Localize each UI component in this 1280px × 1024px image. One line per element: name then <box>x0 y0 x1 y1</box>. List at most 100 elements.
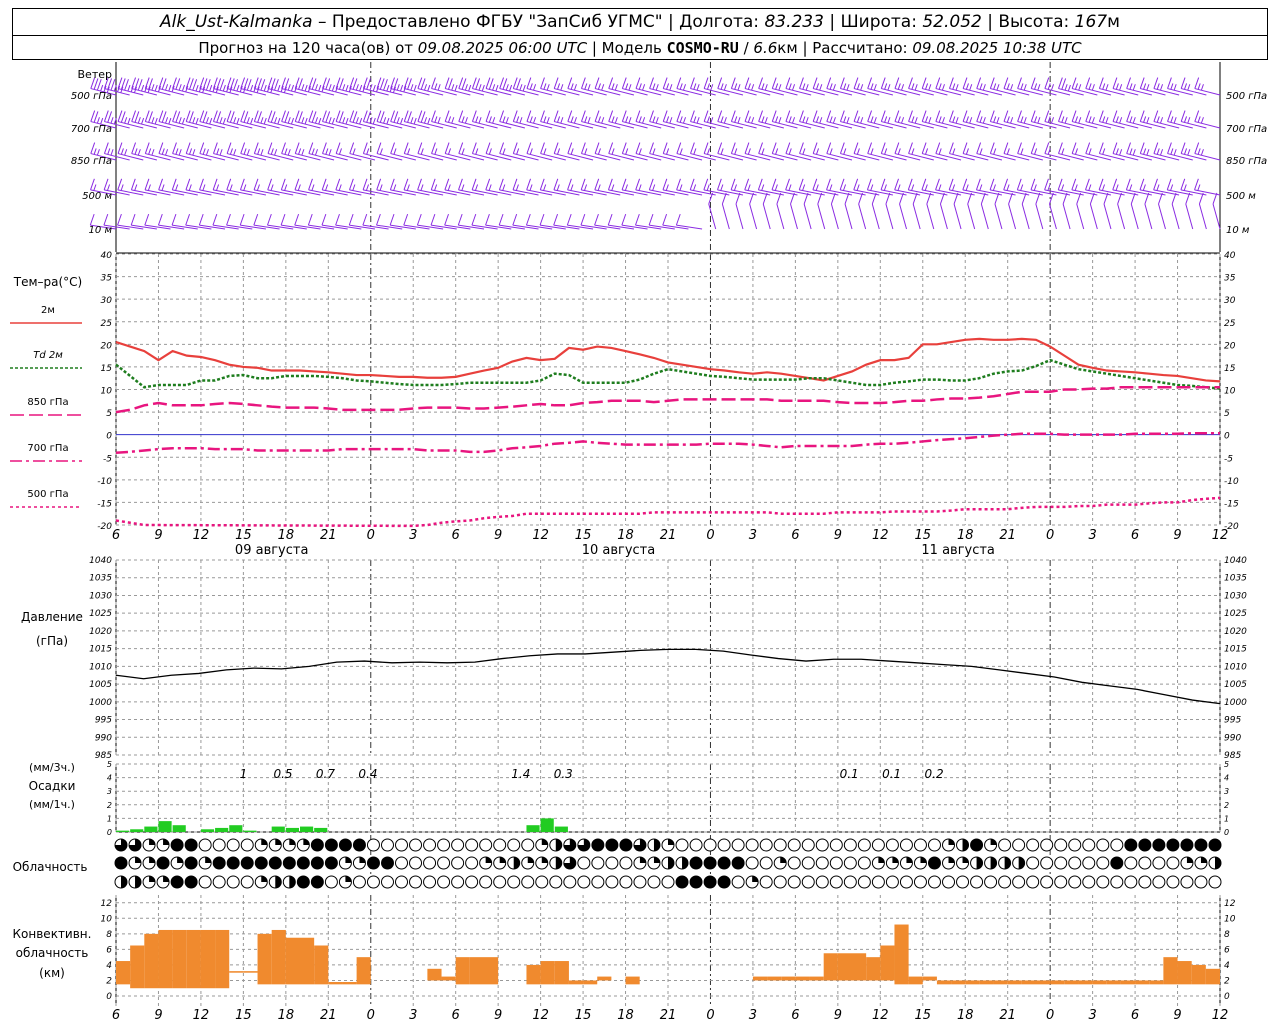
wind-barb-feather <box>127 117 131 125</box>
wind-barb-feather <box>567 77 573 89</box>
wind-barb-feather <box>253 178 259 190</box>
wind-barb-feather <box>137 79 143 91</box>
wind-barb-feather <box>90 110 96 122</box>
wind-barb-shaft <box>608 189 635 196</box>
wind-barb-feather <box>924 184 928 191</box>
wind-barb-feather <box>1010 117 1014 124</box>
wind-barb <box>485 142 512 161</box>
wind-barb-feather <box>649 110 654 122</box>
cloud-symbol <box>619 856 633 870</box>
latitude-value: 52.052 <box>922 12 982 32</box>
cloud-fill-full <box>255 857 268 869</box>
wind-barb-feather <box>205 149 209 156</box>
cloud-fill-1q <box>780 857 787 863</box>
wind-barb-feather <box>410 84 414 91</box>
wind-barb-feather <box>587 84 591 91</box>
cloud-fill-1q <box>345 857 352 863</box>
cloud-fill-full <box>1124 839 1137 851</box>
wind-barb-shaft <box>676 88 703 96</box>
wind-barb-feather <box>570 148 574 155</box>
wind-barb-feather <box>1061 184 1065 191</box>
cloud-panel <box>114 838 1222 889</box>
wind-barb-shaft <box>594 189 621 196</box>
wind-barb-feather <box>338 78 344 90</box>
wind-barb-shaft <box>649 153 675 161</box>
cloud-symbol <box>395 838 409 852</box>
wind-barb <box>1030 142 1057 161</box>
wind-barb-shaft <box>158 121 185 129</box>
wind-barb-feather <box>492 84 496 91</box>
wind-barb-shaft <box>621 189 648 196</box>
time-tick-label: 0 <box>367 528 375 543</box>
wind-row-label-right: 850 гПа <box>1226 156 1267 167</box>
wind-barb-feather <box>747 184 751 191</box>
wind-barb <box>708 192 717 230</box>
wind-barb-feather <box>335 110 341 122</box>
wind-barb-feather <box>1078 84 1082 91</box>
wind-barb-feather <box>1023 117 1027 124</box>
cloud-symbol <box>1068 875 1082 889</box>
cloud-circle <box>885 875 899 889</box>
wind-barb-shaft <box>267 224 294 230</box>
time-tick-label: 0 <box>706 528 714 543</box>
time-tick-label: 6 <box>1131 528 1139 543</box>
wind-barb-feather <box>778 84 782 91</box>
wind-barb-feather <box>352 78 358 90</box>
wind-barb-feather <box>267 178 273 190</box>
wind-barb-feather <box>216 148 220 155</box>
wind-barb-feather <box>107 148 111 155</box>
cloud-fill-1q <box>359 857 366 863</box>
wind-barb-feather <box>110 117 114 124</box>
wind-barb-shaft <box>1153 153 1180 161</box>
wind-barb-feather <box>130 178 136 190</box>
wind-barb-shaft <box>980 203 989 230</box>
wind-barb-feather <box>989 178 995 190</box>
wind-barb-feather <box>1200 149 1204 156</box>
wind-barb-feather <box>498 178 504 190</box>
wind-barb <box>635 142 662 161</box>
wind-barb-feather <box>1200 117 1204 124</box>
pressure-ytick: 995 <box>95 716 112 726</box>
pressure-ytick-right: 1015 <box>1224 645 1247 655</box>
wind-barb-shaft <box>294 189 321 196</box>
cloud-fill-half <box>1004 857 1011 869</box>
wind-barb-feather <box>141 117 145 125</box>
wind-barb-feather <box>581 77 586 89</box>
wind-barb-feather <box>1173 149 1177 156</box>
cloud-symbol <box>170 856 184 870</box>
cloud-fill-full <box>690 876 703 888</box>
cloud-symbol <box>352 875 366 889</box>
cloud-symbol <box>675 838 689 852</box>
cloud-fill-1q <box>261 839 268 845</box>
wind-barb-feather <box>130 213 136 226</box>
wind-barb-feather <box>297 184 301 191</box>
temp-ytick-right: -15 <box>1224 499 1239 509</box>
wind-barb-feather <box>284 148 288 155</box>
wind-barb-shaft <box>213 153 239 161</box>
cloud-symbol <box>1124 875 1138 889</box>
cloud-circle <box>1166 856 1180 870</box>
wind-barb-feather <box>758 77 763 89</box>
wind-barb-feather <box>420 148 424 155</box>
cloud-fill-1q <box>668 839 674 845</box>
cloud-symbol <box>366 875 380 889</box>
wind-barb-feather <box>812 77 818 89</box>
wind-barb-feather <box>907 178 913 190</box>
cloud-symbol <box>338 875 352 889</box>
wind-barb-feather <box>788 116 792 123</box>
wind-barb-feather <box>451 84 455 91</box>
header-line-forecast: Прогноз на 120 часа(ов) от 09.08.2025 06… <box>198 39 1082 57</box>
wind-barb-feather <box>502 184 506 191</box>
wind-barb-feather <box>899 192 904 205</box>
wind-barb <box>362 142 389 161</box>
cloud-circle <box>1096 875 1110 889</box>
precip-ytick: 0 <box>107 828 112 837</box>
wind-barb-feather <box>761 116 765 123</box>
cloud-circle <box>479 875 493 889</box>
wind-barb-feather <box>952 116 956 123</box>
wind-barb-feather <box>880 178 886 190</box>
cloud-fill-1q <box>485 857 492 863</box>
cloud-fill-full <box>676 876 689 888</box>
wind-barb-feather <box>949 77 954 89</box>
wind-barb-feather <box>1020 148 1024 155</box>
